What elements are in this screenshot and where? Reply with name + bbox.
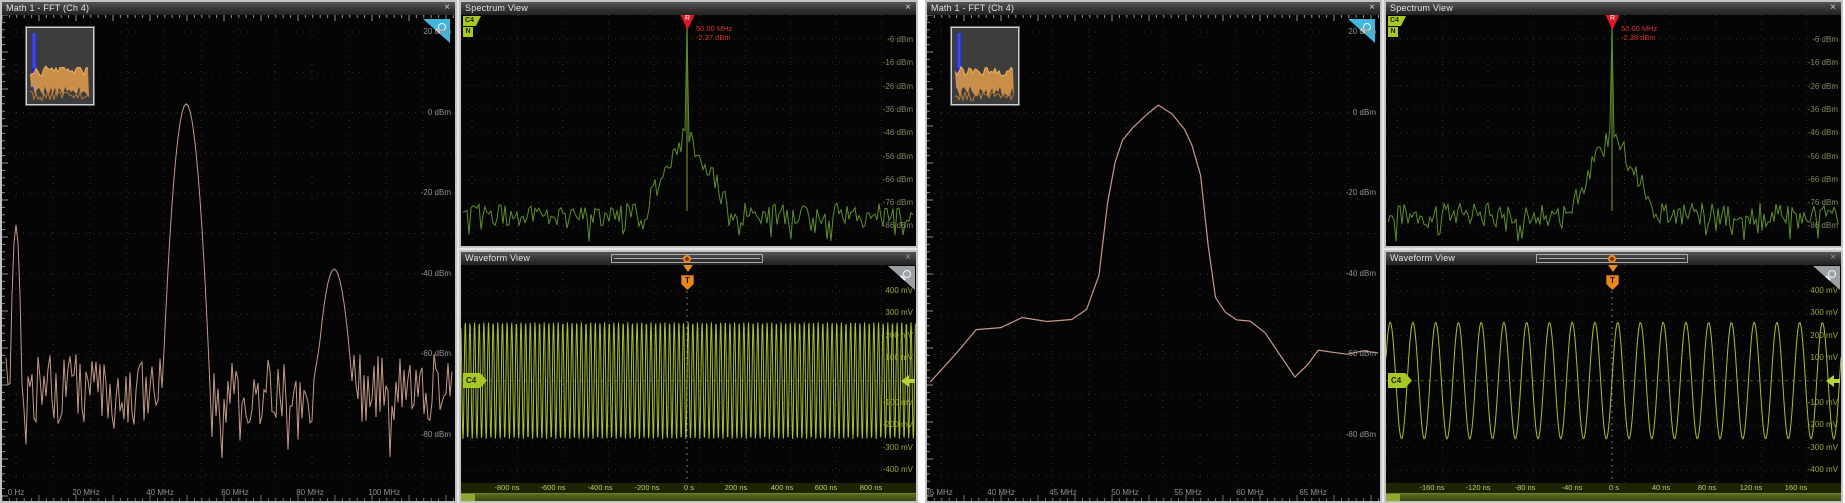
spectrum-window-titlebar[interactable]: Spectrum View × <box>1386 2 1841 15</box>
spectrum-view-window: Spectrum View × C4 N R 50.00 MHz -2.38 d… <box>1384 0 1843 248</box>
trigger-level-indicator[interactable] <box>901 375 915 387</box>
pan-zoom-scrollbar[interactable] <box>1536 254 1688 263</box>
normalize-badge[interactable]: N <box>463 27 473 37</box>
fft-preview-thumbnail[interactable] <box>26 27 94 105</box>
waveform-trace <box>1386 265 1841 501</box>
trigger-position-marker[interactable]: T <box>1606 265 1620 293</box>
spectrum-window-title: Spectrum View <box>1390 2 1453 15</box>
waveform-plot-area[interactable]: T C4 400 mV300 mV200 mV100 mV-100 mV-200… <box>1386 265 1841 501</box>
close-icon[interactable]: × <box>905 2 911 14</box>
magnifier-icon <box>1828 270 1836 278</box>
trigger-arrow-icon <box>683 265 693 272</box>
axis-tick-label: -200 ns <box>634 484 659 492</box>
axis-tick-label: -160 ns <box>1419 484 1444 492</box>
magnifier-icon <box>438 23 446 31</box>
axis-tick-label: -600 ns <box>540 484 565 492</box>
axis-tick-label: 40 ns <box>1652 484 1670 492</box>
trigger-position-marker[interactable]: T <box>681 265 695 293</box>
fft-preview-thumbnail[interactable] <box>951 27 1019 105</box>
waveform-time-axis: -800 ns -600 ns -400 ns -200 ns 0 s 200 ns 400… <box>461 483 916 493</box>
waveform-plot-area[interactable]: T C4 400 mV300 mV200 mV100 mV-100 mV-200… <box>461 265 916 501</box>
waveform-trace <box>461 265 916 501</box>
pan-zoom-scrollbar[interactable] <box>611 254 763 263</box>
spectrum-trace <box>1386 15 1841 246</box>
close-icon[interactable]: × <box>905 252 911 264</box>
spectrum-plot-area[interactable]: C4 N R 50.00 MHz -2.37 dBm -6 dBm-16 dBm… <box>461 15 916 246</box>
close-icon[interactable]: × <box>1830 2 1836 14</box>
marker-amplitude: -2.38 dBm <box>1621 33 1657 42</box>
axis-tick-label: 0 s <box>684 484 694 492</box>
axis-tick-label: 200 ns <box>725 484 748 492</box>
magnifier-icon <box>1363 23 1371 31</box>
reference-marker-flag[interactable]: R <box>680 15 695 30</box>
reference-marker-readout: 50.00 MHz -2.37 dBm <box>696 24 732 42</box>
math-plot-area[interactable]: 20 dBm0 dBm-20 dBm-40 dBm-60 dBm-80 dBm … <box>2 15 455 501</box>
axis-tick-label: -40 ns <box>1562 484 1583 492</box>
magnifier-icon <box>903 270 911 278</box>
trigger-arrow-icon <box>1608 265 1618 272</box>
math-plot-area[interactable]: 20 dBm0 dBm-20 dBm-40 dBm-60 dBm-80 dBm … <box>927 15 1380 501</box>
waveform-time-axis: -160 ns -120 ns -80 ns -40 ns 0 s 40 ns 80 ns 1… <box>1386 483 1841 493</box>
trigger-flag[interactable]: T <box>681 275 694 290</box>
oscilloscope-screen: Math 1 - FFT (Ch 4) × 20 dBm0 dBm-20 dBm… <box>0 0 1845 503</box>
waveform-window-titlebar[interactable]: Waveform View × <box>1386 252 1841 265</box>
zoom-overview-bar-cap <box>1386 494 1400 501</box>
scroll-position-marker[interactable] <box>683 255 691 263</box>
math-window-title: Math 1 - FFT (Ch 4) <box>6 2 89 15</box>
fft-thumbnail-trace <box>952 28 1016 102</box>
math-window-titlebar[interactable]: Math 1 - FFT (Ch 4) × <box>927 2 1380 15</box>
math-window-title: Math 1 - FFT (Ch 4) <box>931 2 1014 15</box>
axis-tick-label: -800 ns <box>494 484 519 492</box>
marker-frequency: 50.00 MHz <box>696 24 732 33</box>
reference-marker[interactable]: R 50.00 MHz -2.38 dBm <box>1605 15 1685 48</box>
spectrum-view-window: Spectrum View × C4 N R 50.00 MHz -2.37 d… <box>459 0 918 248</box>
axis-tick-label: 400 ns <box>771 484 794 492</box>
math-fft-window: Math 1 - FFT (Ch 4) × 20 dBm0 dBm-20 dBm… <box>0 0 457 503</box>
close-icon[interactable]: × <box>1830 252 1836 264</box>
math-fft-window: Math 1 - FFT (Ch 4) × 20 dBm0 dBm-20 dBm… <box>925 0 1382 503</box>
axis-tick-label: 120 ns <box>1740 484 1763 492</box>
waveform-view-window: Waveform View × T C4 400 mV300 mV200 mV1… <box>459 250 918 503</box>
waveform-window-titlebar[interactable]: Waveform View × <box>461 252 916 265</box>
waveform-window-title: Waveform View <box>1390 252 1455 265</box>
axis-tick-label: 600 ns <box>815 484 838 492</box>
axis-tick-label: 800 ns <box>860 484 883 492</box>
trigger-level-indicator[interactable] <box>1826 375 1840 387</box>
scope-display-group-2: Math 1 - FFT (Ch 4) × 20 dBm0 dBm-20 dBm… <box>925 0 1843 503</box>
math-window-titlebar[interactable]: Math 1 - FFT (Ch 4) × <box>2 2 455 15</box>
waveform-window-title: Waveform View <box>465 252 530 265</box>
reference-marker-readout: 50.00 MHz -2.38 dBm <box>1621 24 1657 42</box>
zoom-overview-bar[interactable] <box>1386 493 1841 501</box>
reference-marker-flag[interactable]: R <box>1605 15 1620 30</box>
spectrum-trace <box>461 15 916 246</box>
axis-tick-label: -120 ns <box>1465 484 1490 492</box>
close-icon[interactable]: × <box>444 2 450 14</box>
trigger-flag[interactable]: T <box>1606 275 1619 290</box>
spectrum-plot-area[interactable]: C4 N R 50.00 MHz -2.38 dBm -6 dBm-16 dBm… <box>1386 15 1841 246</box>
zoom-overview-bar[interactable] <box>461 493 916 501</box>
spectrum-window-titlebar[interactable]: Spectrum View × <box>461 2 916 15</box>
axis-tick-label: -80 ns <box>1515 484 1536 492</box>
axis-tick-label: 80 ns <box>1698 484 1716 492</box>
normalize-badge[interactable]: N <box>1388 27 1398 37</box>
marker-frequency: 50.00 MHz <box>1621 24 1657 33</box>
close-icon[interactable]: × <box>1369 2 1375 14</box>
marker-amplitude: -2.37 dBm <box>696 33 732 42</box>
axis-tick-label: -400 ns <box>587 484 612 492</box>
zoom-overview-bar-cap <box>461 494 475 501</box>
waveform-view-window: Waveform View × T C4 400 mV300 mV200 mV1… <box>1384 250 1843 503</box>
reference-marker[interactable]: R 50.00 MHz -2.37 dBm <box>680 15 760 48</box>
spectrum-window-title: Spectrum View <box>465 2 528 15</box>
scroll-position-marker[interactable] <box>1608 255 1616 263</box>
scope-display-group-1: Math 1 - FFT (Ch 4) × 20 dBm0 dBm-20 dBm… <box>0 0 918 503</box>
fft-thumbnail-trace <box>27 28 91 102</box>
axis-tick-label: 0 s <box>1609 484 1619 492</box>
axis-tick-label: 160 ns <box>1785 484 1808 492</box>
